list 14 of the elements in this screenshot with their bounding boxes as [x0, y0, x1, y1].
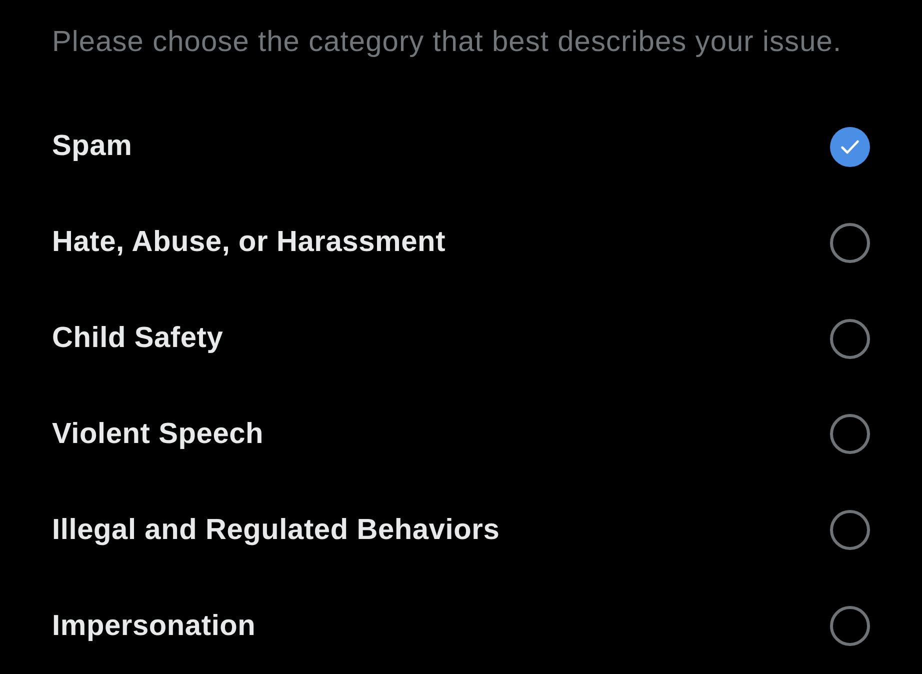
check-icon: [841, 140, 859, 154]
category-label: Illegal and Regulated Behaviors: [52, 514, 500, 547]
radio-button[interactable]: [830, 126, 870, 167]
radio-button[interactable]: [830, 318, 870, 359]
radio-button[interactable]: [830, 606, 870, 646]
radio-button[interactable]: [830, 414, 870, 454]
category-label: Child Safety: [52, 322, 224, 356]
instruction-text: Please choose the category that best describes your issue.: [52, 26, 842, 59]
radio-button[interactable]: [830, 510, 870, 550]
category-label: Impersonation: [52, 610, 256, 643]
category-label: Spam: [52, 130, 132, 164]
category-label: Violent Speech: [52, 418, 264, 451]
radio-button[interactable]: [830, 222, 870, 263]
category-label: Hate, Abuse, or Harassment: [52, 226, 446, 260]
